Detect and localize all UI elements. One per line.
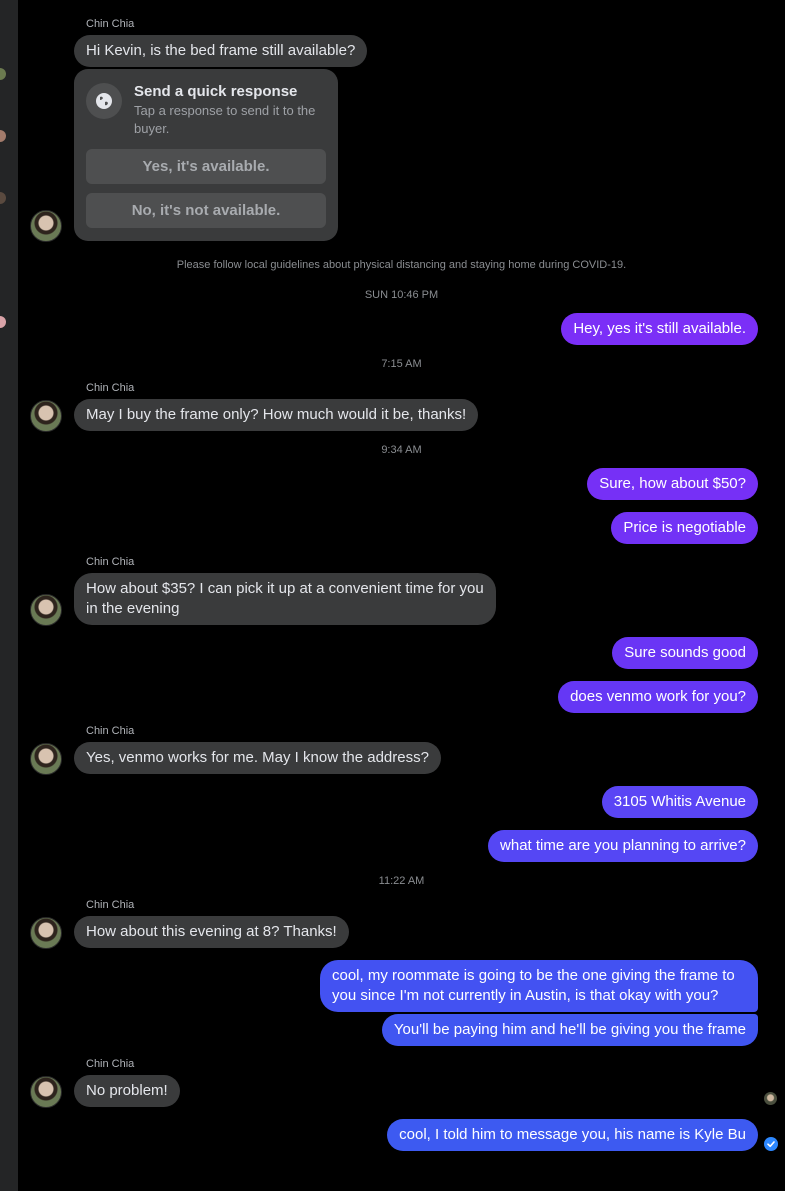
outgoing-message: does venmo work for you? [558,681,758,713]
conversation-avatar[interactable] [0,68,6,80]
sender-name: Chin Chia [86,1058,135,1070]
contact-avatar[interactable] [30,917,62,949]
conversation-avatar[interactable] [0,130,6,142]
quick-response-subtitle: Tap a response to send it to the buyer. [134,103,316,136]
outgoing-message: Sure sounds good [612,637,758,669]
contact-avatar[interactable] [30,1076,62,1108]
sender-name: Chin Chia [86,18,135,30]
timestamp: SUN 10:46 PM [364,289,439,301]
sender-name: Chin Chia [86,382,135,394]
outgoing-message: cool, I told him to message you, his nam… [387,1119,758,1151]
incoming-message: How about this evening at 8? Thanks! [74,916,349,948]
timestamp: 7:15 AM [381,358,422,370]
conversation-avatar[interactable] [0,316,6,328]
incoming-message: No problem! [74,1075,180,1107]
contact-avatar[interactable] [30,400,62,432]
conversation-avatar[interactable] [0,192,6,204]
incoming-message: May I buy the frame only? How much would… [74,399,479,431]
outgoing-message: You'll be paying him and he'll be giving… [381,1014,758,1046]
globe-icon [86,83,122,119]
contact-avatar[interactable] [30,743,62,775]
sender-name: Chin Chia [86,899,135,911]
outgoing-message: Sure, how about $50? [587,468,758,500]
outgoing-message: Price is negotiable [611,512,758,544]
quick-response-title: Send a quick response [134,83,298,100]
quick-response-yes-button[interactable]: Yes, it's available. [86,149,326,184]
incoming-message: Hi Kevin, is the bed frame still availab… [74,35,368,67]
outgoing-message: what time are you planning to arrive? [488,830,758,862]
incoming-message: How about $35? I can pick it up at a con… [74,573,496,625]
timestamp: 11:22 AM [378,875,425,887]
message-thread: Chin Chia Hi Kevin, is the bed frame sti… [18,0,785,1191]
quick-response-card: Send a quick response Tap a response to … [74,69,338,241]
contact-avatar[interactable] [30,210,62,242]
contact-avatar[interactable] [30,594,62,626]
timestamp: 9:34 AM [381,444,422,456]
quick-response-no-button[interactable]: No, it's not available. [86,193,326,228]
incoming-message: Yes, venmo works for me. May I know the … [74,742,441,774]
sender-name: Chin Chia [86,725,135,737]
checkmark-icon [764,1137,778,1151]
conversation-list-rail [0,0,18,1191]
outgoing-message: 3105 Whitis Avenue [601,786,758,818]
sender-name: Chin Chia [86,556,135,568]
outgoing-message: cool, my roommate is going to be the one… [320,960,758,1012]
covid-notice: Please follow local guidelines about phy… [176,259,627,271]
outgoing-message: Hey, yes it's still available. [561,313,758,345]
seen-by-avatar [764,1092,777,1105]
